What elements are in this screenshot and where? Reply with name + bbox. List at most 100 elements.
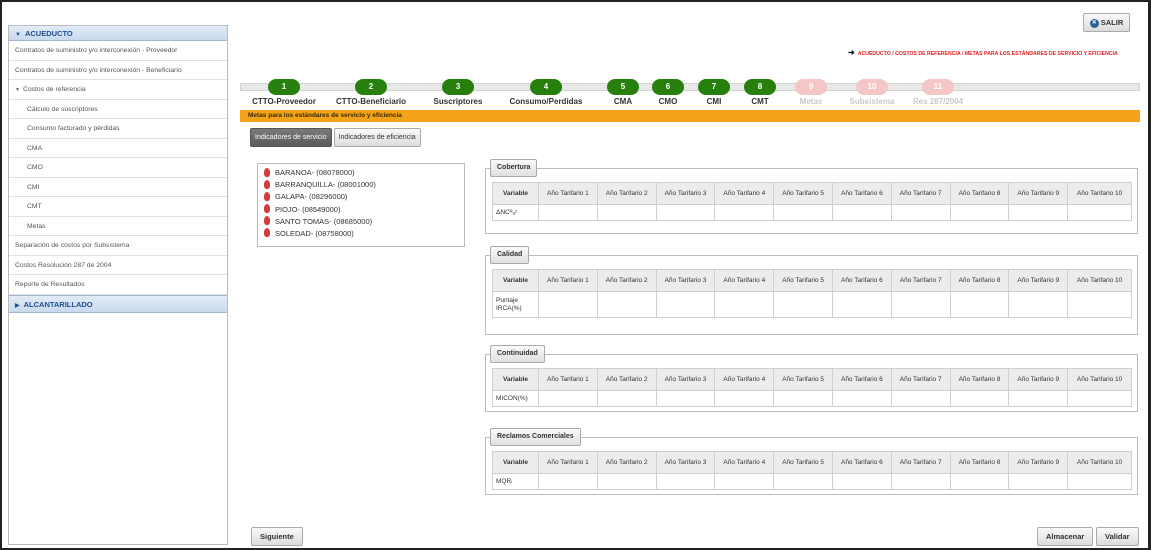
- column-header: Año Tarifario 9: [1008, 451, 1069, 474]
- tree-item[interactable]: GALAPA- (08296000): [264, 191, 458, 203]
- step-label: Suscriptores: [433, 97, 483, 106]
- sidebar-item[interactable]: ▼ Costos de referencia: [9, 80, 227, 100]
- column-header: Año Tarifario 1: [538, 182, 598, 205]
- value-cell[interactable]: [949, 390, 1010, 407]
- value-cell[interactable]: [773, 291, 833, 318]
- sidebar-item-label: CMO: [27, 164, 43, 171]
- column-header: Año Tarifario 4: [714, 451, 775, 474]
- section-legend[interactable]: Reclamos Comerciales: [490, 428, 581, 446]
- value-cell[interactable]: [538, 390, 598, 407]
- tree-item[interactable]: PIOJO- (08549000): [264, 204, 458, 216]
- sidebar-item[interactable]: Cálculo de suscriptores: [9, 100, 227, 119]
- tree-item[interactable]: SOLEDAD- (08758000): [264, 228, 458, 240]
- sidebar-menu: Contratos de suministro y/o interconexió…: [9, 41, 227, 295]
- value-cell[interactable]: [831, 291, 892, 318]
- sidebar-item[interactable]: Consumo facturado y pérdidas: [9, 119, 227, 139]
- sidebar-item[interactable]: CMT: [9, 197, 227, 217]
- sidebar-item[interactable]: Contratos de suministro y/o interconexió…: [9, 61, 227, 80]
- value-cell[interactable]: [890, 291, 951, 318]
- sidebar-item-label: CMI: [27, 183, 40, 191]
- column-header: Año Tarifario 2: [596, 269, 657, 292]
- value-cell[interactable]: [890, 390, 951, 407]
- drop-icon: [264, 167, 270, 177]
- sidebar-item-label: Consumo facturado y pérdidas: [27, 125, 120, 132]
- step-number: 2: [355, 79, 387, 95]
- sidebar-item[interactable]: Separación de costos por Subsistema: [9, 236, 227, 256]
- sidebar-header-alcantarillado[interactable]: ▶ ALCANTARILLADO: [9, 294, 227, 313]
- sidebar-item-label: Contratos de suministro y/o interconexió…: [15, 47, 178, 54]
- value-cell[interactable]: [773, 204, 833, 221]
- value-cell[interactable]: [1008, 291, 1069, 318]
- value-cell[interactable]: [773, 390, 833, 407]
- value-cell[interactable]: [1067, 473, 1132, 490]
- value-cell[interactable]: [831, 204, 892, 221]
- sidebar-item[interactable]: CMO: [9, 158, 227, 178]
- tree-item-label: BARANOA- (08078000): [275, 168, 355, 177]
- value-cell[interactable]: [1008, 204, 1069, 221]
- drop-icon: [264, 228, 270, 238]
- value-cell[interactable]: [831, 390, 892, 407]
- sidebar-header-acueducto[interactable]: ▼ ACUEDUCTO: [9, 26, 227, 41]
- value-cell[interactable]: [714, 291, 775, 318]
- column-header: Año Tarifario 3: [655, 269, 716, 292]
- tree-item-label: BARRANQUILLA- (08001000): [275, 180, 376, 190]
- wizard-step[interactable]: 1 CTTO-Proveedor: [239, 79, 329, 106]
- sidebar-item[interactable]: Reporte de Resultados: [9, 275, 227, 295]
- sidebar-item-label: CMT: [27, 203, 42, 210]
- sidebar-item[interactable]: Metas: [9, 217, 227, 236]
- value-cell[interactable]: [655, 390, 716, 407]
- value-cell[interactable]: [538, 204, 598, 221]
- tree-item[interactable]: BARANOA- (08078000): [264, 167, 458, 179]
- tree-item[interactable]: SANTO TOMAS- (08685000): [264, 216, 458, 228]
- sidebar-item[interactable]: Costos Resolución 287 de 2004: [9, 256, 227, 275]
- value-cell[interactable]: [890, 204, 951, 221]
- section-legend[interactable]: Continuidad: [490, 345, 545, 363]
- column-header: Año Tarifario 2: [596, 368, 657, 391]
- value-cell[interactable]: [890, 473, 951, 490]
- validar-button[interactable]: Validar: [1096, 527, 1139, 546]
- value-cell[interactable]: [655, 473, 716, 490]
- column-header: Año Tarifario 2: [596, 451, 657, 474]
- sidebar-item[interactable]: CMI: [9, 178, 227, 197]
- value-cell[interactable]: [714, 204, 775, 221]
- value-cell[interactable]: [1008, 390, 1069, 407]
- almacenar-button[interactable]: Almacenar: [1037, 527, 1094, 546]
- sidebar-item[interactable]: CMA: [9, 139, 227, 158]
- value-cell[interactable]: [538, 473, 598, 490]
- tree-item[interactable]: BARRANQUILLA- (08001000): [264, 179, 458, 191]
- value-cell[interactable]: [1067, 204, 1132, 221]
- column-header: Año Tarifario 1: [538, 368, 598, 391]
- value-cell[interactable]: [949, 204, 1010, 221]
- tab-indicadores-eficiencia[interactable]: Indicadores de eficiencia: [333, 128, 421, 147]
- value-cell[interactable]: [1008, 473, 1069, 490]
- column-header-variable: Variable: [492, 368, 539, 391]
- value-cell[interactable]: [596, 204, 657, 221]
- value-cell[interactable]: [714, 390, 775, 407]
- value-cell[interactable]: [596, 390, 657, 407]
- tab-indicadores-servicio[interactable]: Indicadores de servicio: [250, 128, 332, 147]
- value-cell[interactable]: [655, 291, 716, 318]
- value-cell[interactable]: [655, 204, 716, 221]
- value-cell[interactable]: [949, 291, 1010, 318]
- section-legend[interactable]: Cobertura: [490, 159, 538, 177]
- value-cell[interactable]: [1067, 390, 1132, 407]
- section-legend[interactable]: Calidad: [490, 246, 530, 264]
- value-cell[interactable]: [831, 473, 892, 490]
- value-cell[interactable]: [538, 291, 598, 318]
- value-cell[interactable]: [773, 473, 833, 490]
- value-cell[interactable]: [596, 291, 657, 318]
- wizard-step[interactable]: 3 Suscriptores: [413, 79, 503, 106]
- wizard-step[interactable]: 2 CTTO-Beneficiario: [326, 79, 416, 106]
- sidebar-item[interactable]: Contratos de suministro y/o interconexió…: [9, 41, 227, 61]
- column-header: Año Tarifario 8: [949, 269, 1010, 292]
- siguiente-button[interactable]: Siguiente: [251, 527, 303, 546]
- value-cell[interactable]: [596, 473, 657, 490]
- value-cell[interactable]: [949, 473, 1010, 490]
- step-number: 4: [530, 79, 562, 95]
- salir-button[interactable]: ✕ SALIR: [1083, 13, 1130, 32]
- column-header: Año Tarifario 9: [1008, 182, 1069, 205]
- value-cell[interactable]: [1067, 291, 1132, 318]
- value-cell[interactable]: [714, 473, 775, 490]
- sidebar-item-label: Cálculo de suscriptores: [27, 105, 98, 113]
- step-number: 10: [856, 79, 888, 95]
